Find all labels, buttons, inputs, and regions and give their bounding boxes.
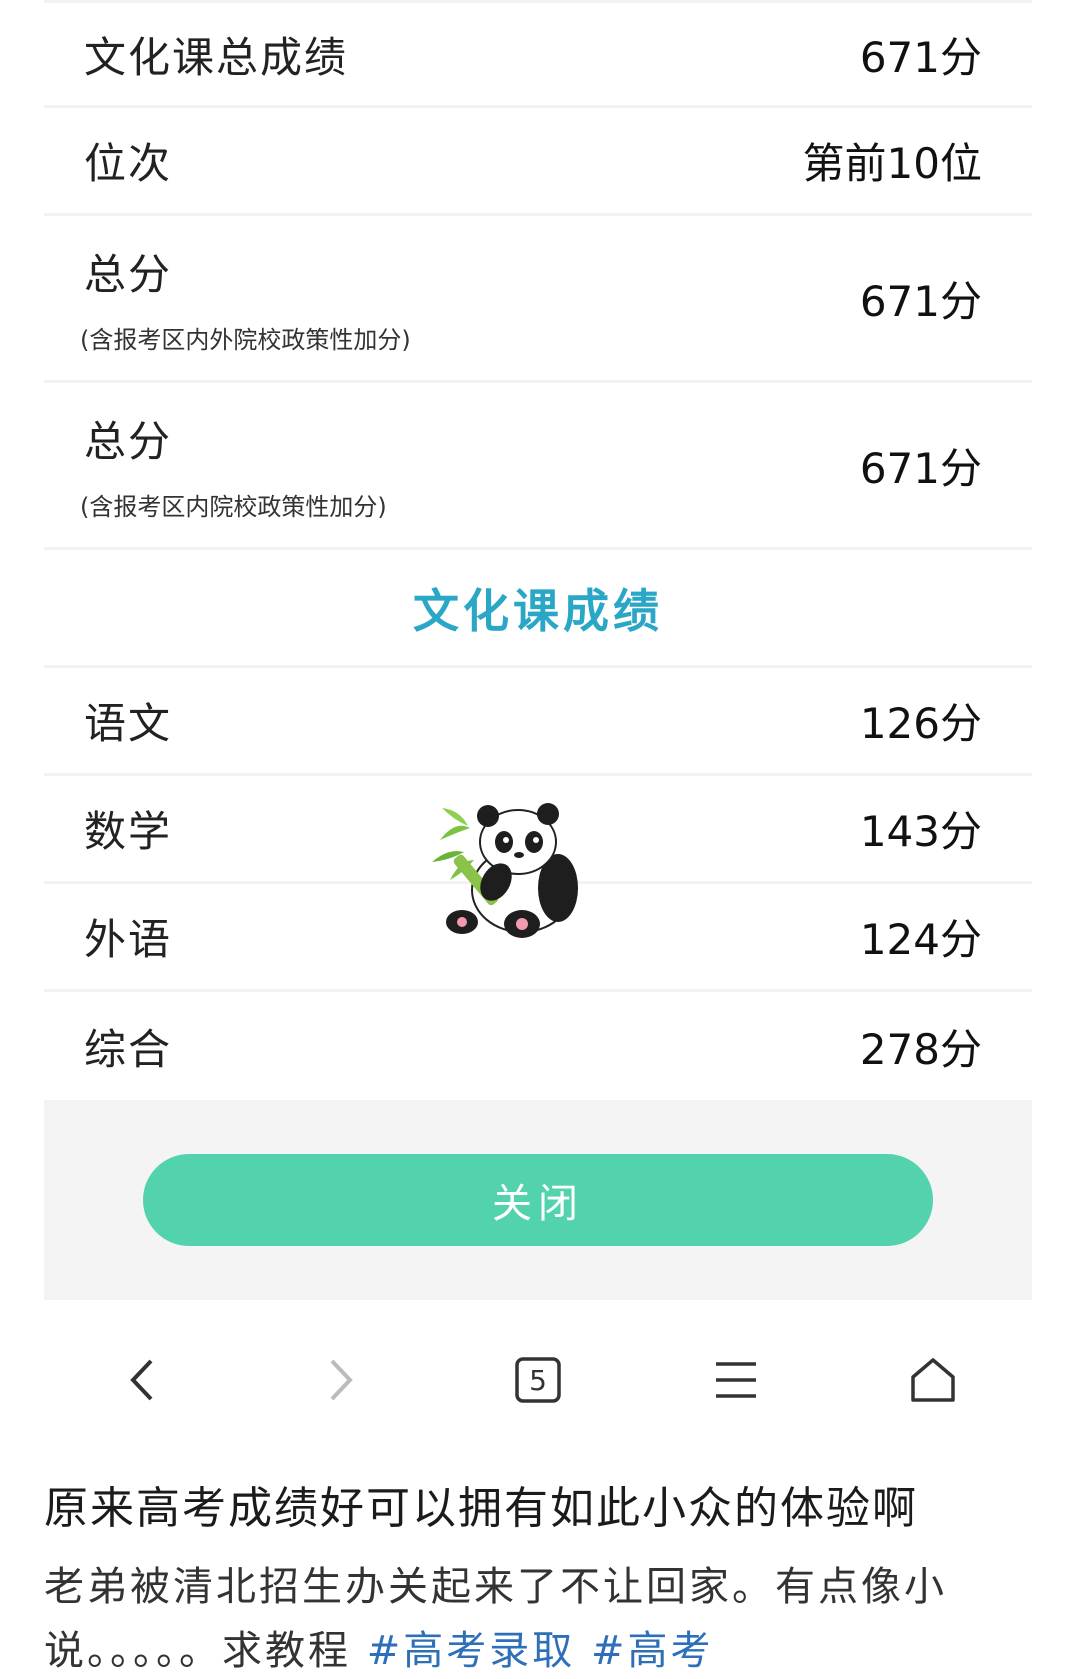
post-title: 原来高考成绩好可以拥有如此小众的体验啊 bbox=[44, 1483, 918, 1534]
hashtag-link[interactable]: #高考录取 bbox=[367, 1628, 576, 1674]
dialog-footer: 关闭 bbox=[44, 1100, 1032, 1300]
post-body: 老弟被清北招生办关起来了不让回家。有点像小说。。。。。求教程 #高考录取 #高考 bbox=[44, 1555, 984, 1679]
back-icon bbox=[130, 1359, 153, 1401]
row-note: (含报考区内外院校政策性加分) bbox=[80, 326, 411, 354]
row-label: 数学 bbox=[84, 807, 173, 856]
row-value: 671分 bbox=[859, 443, 982, 493]
subject-row-chinese: 语文 126分 bbox=[44, 668, 1032, 776]
forward-icon bbox=[330, 1359, 354, 1401]
row-label: 位次 bbox=[84, 139, 173, 188]
row-value: 278分 bbox=[859, 1024, 982, 1074]
row-label: 总分 bbox=[84, 250, 173, 299]
row-label-group: 总分 (含报考区内院校政策性加分) bbox=[80, 408, 387, 522]
close-button[interactable]: 关闭 bbox=[143, 1154, 933, 1246]
hashtag-link[interactable]: #高考 bbox=[591, 1628, 714, 1674]
tab-count: 5 bbox=[529, 1363, 547, 1397]
score-row-total-culture: 文化课总成绩 671分 bbox=[44, 0, 1032, 108]
row-label-group: 总分 (含报考区内外院校政策性加分) bbox=[80, 241, 411, 355]
row-value: 126分 bbox=[859, 699, 982, 748]
tabs-button[interactable]: 5 bbox=[503, 1345, 573, 1415]
row-value: 第前10位 bbox=[802, 139, 982, 188]
row-value: 124分 bbox=[859, 915, 982, 964]
forward-button[interactable] bbox=[305, 1345, 375, 1415]
row-label: 总分 bbox=[84, 417, 173, 466]
back-button[interactable] bbox=[108, 1345, 178, 1415]
menu-icon bbox=[715, 1362, 756, 1398]
home-button[interactable] bbox=[898, 1345, 968, 1415]
row-value: 671分 bbox=[859, 32, 982, 82]
browser-nav-bar: 5 bbox=[44, 1330, 1032, 1430]
menu-button[interactable] bbox=[701, 1345, 771, 1415]
panda-sticker-icon bbox=[432, 803, 578, 938]
home-icon bbox=[911, 1358, 955, 1402]
score-row-total-2: 总分 (含报考区内院校政策性加分) 671分 bbox=[44, 383, 1032, 550]
section-title: 文化课成绩 bbox=[44, 550, 1032, 668]
score-row-rank: 位次 第前10位 bbox=[44, 108, 1032, 216]
row-value: 671分 bbox=[859, 276, 982, 326]
row-label: 外语 bbox=[84, 915, 173, 964]
row-value: 143分 bbox=[859, 807, 982, 856]
row-label: 语文 bbox=[84, 699, 173, 748]
row-label: 文化课总成绩 bbox=[84, 32, 349, 82]
page: 文化课总成绩 671分 位次 第前10位 总分 (含报考区内外院校政策性加分) … bbox=[0, 0, 1080, 1679]
score-card: 文化课总成绩 671分 位次 第前10位 总分 (含报考区内外院校政策性加分) … bbox=[44, 0, 1032, 1300]
score-row-total-1: 总分 (含报考区内外院校政策性加分) 671分 bbox=[44, 216, 1032, 383]
row-note: (含报考区内院校政策性加分) bbox=[80, 493, 387, 521]
subject-row-comprehensive: 综合 278分 bbox=[44, 992, 1032, 1100]
row-label: 综合 bbox=[84, 1024, 173, 1074]
